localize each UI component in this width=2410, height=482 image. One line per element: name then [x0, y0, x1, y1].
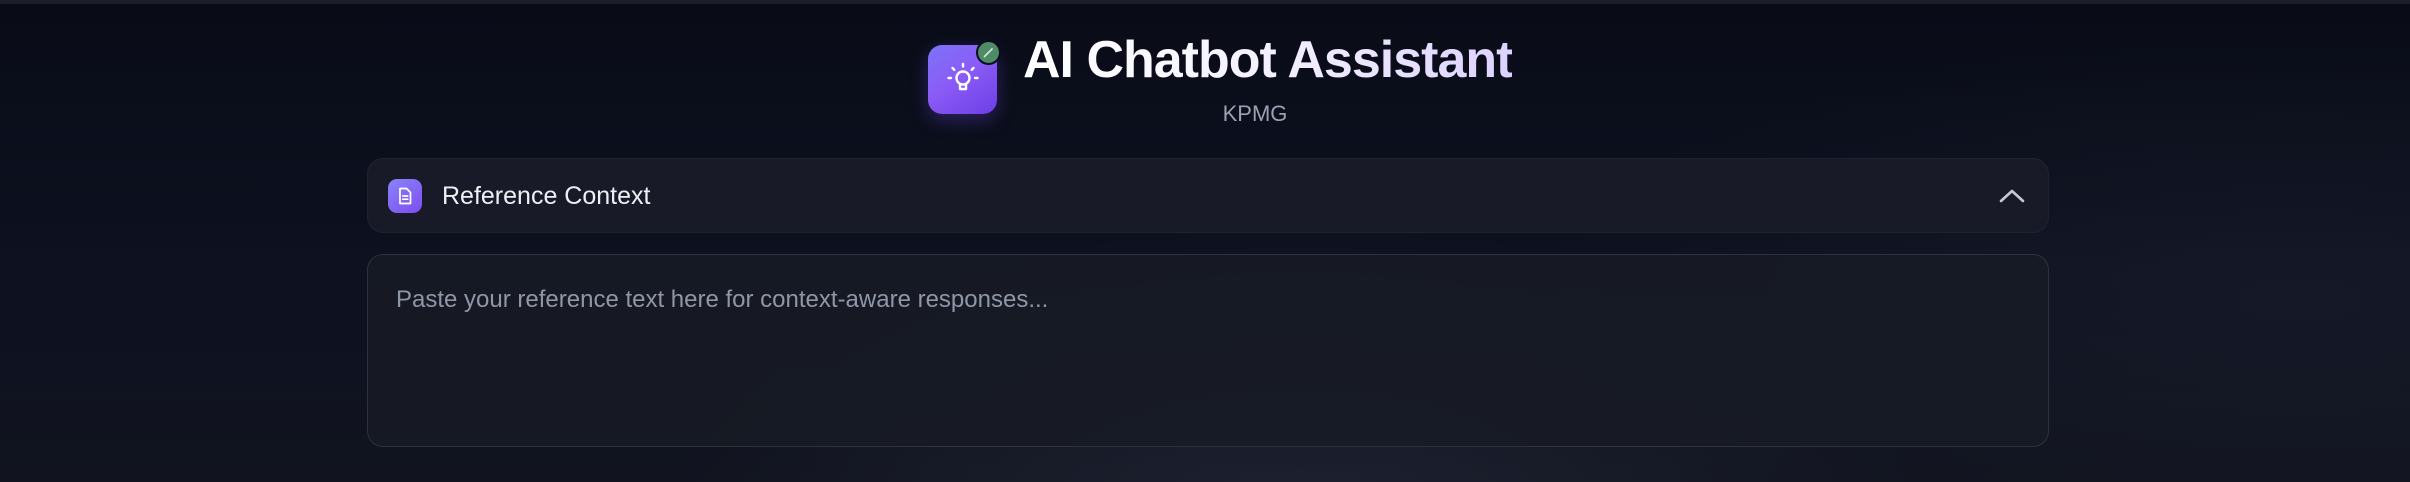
status-indicator	[976, 40, 1001, 65]
reference-context-header[interactable]: Reference Context	[367, 158, 2049, 233]
reference-context-label: Reference Context	[442, 182, 651, 210]
page-subtitle: KPMG	[1222, 101, 1288, 126]
lightbulb-icon	[947, 62, 979, 91]
reference-text-input[interactable]	[367, 254, 2049, 447]
app-header: AI Chatbot Assistant KPMG	[0, 0, 2410, 150]
chevron-up-icon[interactable]	[1996, 181, 2028, 213]
edit-pencil-icon	[983, 48, 993, 58]
document-icon	[388, 179, 422, 213]
page-title: AI Chatbot Assistant	[1023, 31, 1513, 89]
